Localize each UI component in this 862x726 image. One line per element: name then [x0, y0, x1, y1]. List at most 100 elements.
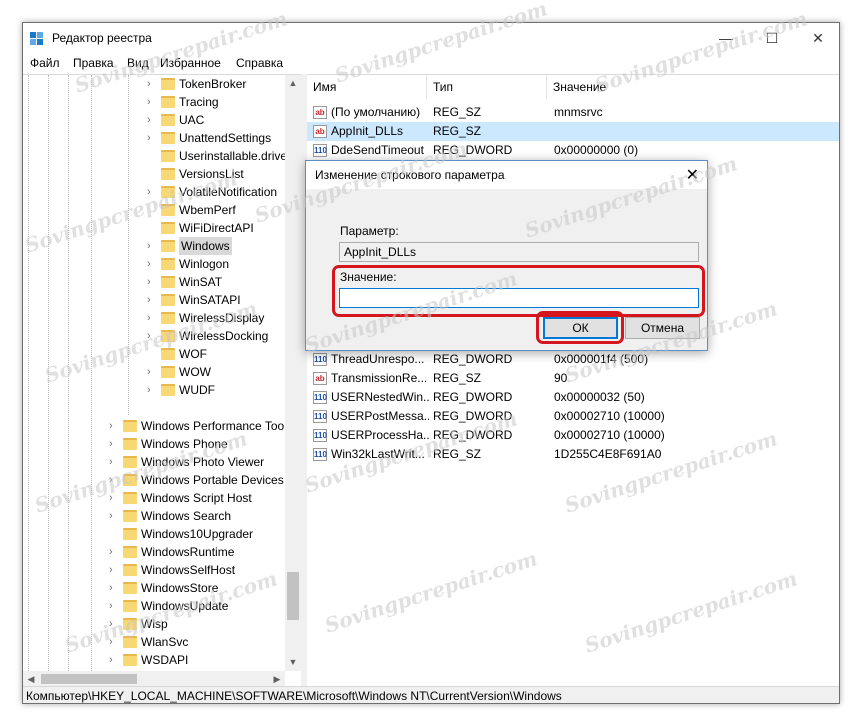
folder-icon: [123, 420, 137, 432]
value-row[interactable]: 110 ThreadUnrespo... REG_DWORD 0x000001f4 (…: [307, 350, 839, 369]
chevron-right-icon[interactable]: ›: [147, 237, 157, 255]
value-row[interactable]: ab TransmissionRe... REG_SZ 90: [307, 369, 839, 388]
folder-icon: [123, 618, 137, 630]
value-row[interactable]: ab AppInit_DLLs REG_SZ: [307, 122, 839, 141]
value-data: 90: [554, 371, 568, 385]
chevron-right-icon[interactable]: ›: [109, 543, 119, 561]
binary-value-icon: 110: [313, 448, 327, 461]
column-header-type[interactable]: Тип: [427, 75, 547, 99]
dialog-close-icon[interactable]: ✕: [686, 165, 699, 185]
chevron-right-icon[interactable]: ›: [109, 507, 119, 525]
value-data-input[interactable]: [339, 288, 699, 308]
value-row[interactable]: 110 Win32kLastWrit... REG_SZ 1D255C4E8F691A…: [307, 445, 839, 464]
tree-key-label: Windows Portable Devices: [141, 473, 284, 487]
menu-view[interactable]: Вид: [127, 56, 149, 70]
chevron-right-icon[interactable]: ›: [109, 561, 119, 579]
tree-key-label: WUDF: [179, 383, 215, 397]
chevron-right-icon[interactable]: ›: [147, 255, 157, 273]
tree-key-label: TokenBroker: [179, 77, 247, 91]
ok-button[interactable]: ОК: [543, 317, 618, 339]
folder-icon: [123, 510, 137, 522]
chevron-right-icon[interactable]: ›: [109, 471, 119, 489]
folder-icon: [161, 114, 175, 126]
menu-file[interactable]: Файл: [30, 56, 60, 70]
chevron-right-icon[interactable]: ›: [109, 417, 119, 435]
chevron-right-icon[interactable]: ›: [109, 453, 119, 471]
binary-value-icon: 110: [313, 144, 327, 157]
chevron-right-icon[interactable]: ›: [147, 309, 157, 327]
folder-icon: [161, 366, 175, 378]
value-row[interactable]: 110 USERNestedWin... REG_DWORD 0x00000032 (…: [307, 388, 839, 407]
tree-vertical-scrollbar[interactable]: ▲ ▼: [285, 75, 301, 671]
tree-guide-line: [48, 75, 49, 686]
chevron-right-icon[interactable]: ›: [147, 111, 157, 129]
chevron-right-icon[interactable]: ›: [109, 489, 119, 507]
close-button[interactable]: ✕: [795, 23, 839, 54]
chevron-right-icon[interactable]: ›: [147, 291, 157, 309]
menu-help[interactable]: Справка: [236, 56, 283, 70]
value-type: REG_DWORD: [433, 428, 513, 442]
chevron-right-icon[interactable]: ›: [147, 75, 157, 93]
chevron-right-icon[interactable]: ›: [109, 579, 119, 597]
minimize-button[interactable]: —: [703, 23, 749, 54]
folder-icon: [123, 474, 137, 486]
value-row[interactable]: 110 DdeSendTimeout REG_DWORD 0x00000000 (0): [307, 141, 839, 160]
chevron-right-icon[interactable]: ›: [109, 615, 119, 633]
chevron-right-icon[interactable]: ›: [109, 597, 119, 615]
status-bar-path: Компьютер\HKEY_LOCAL_MACHINE\SOFTWARE\Mi…: [23, 686, 839, 703]
tree-key-label: Windows Search: [141, 509, 232, 523]
chevron-right-icon[interactable]: ›: [147, 183, 157, 201]
menu-bar: Файл Правка Вид Избранное Справка: [23, 54, 839, 74]
value-type: REG_SZ: [433, 124, 482, 138]
chevron-right-icon[interactable]: ›: [147, 129, 157, 147]
value-name: DdeSendTimeout: [331, 143, 424, 157]
tree-key-label: WOF: [179, 347, 207, 361]
folder-icon: [123, 600, 137, 612]
value-data: 1D255C4E8F691A0: [554, 447, 662, 461]
scroll-right-arrow-icon[interactable]: ▶: [269, 671, 285, 686]
key-tree[interactable]: › TokenBroker › Tracing › UAC › UnattendSetting…: [23, 74, 301, 686]
scroll-thumb[interactable]: [41, 674, 137, 684]
value-type: REG_DWORD: [433, 409, 513, 423]
value-type: REG_DWORD: [433, 352, 513, 366]
tree-key-label: Tracing: [179, 95, 219, 109]
chevron-right-icon[interactable]: ›: [109, 633, 119, 651]
menu-edit[interactable]: Правка: [73, 56, 114, 70]
chevron-right-icon[interactable]: ›: [147, 363, 157, 381]
tree-key-label: Windows10Upgrader: [141, 527, 254, 541]
chevron-right-icon[interactable]: ›: [147, 327, 157, 345]
column-header-name[interactable]: Имя: [307, 75, 427, 99]
value-type: REG_SZ: [433, 447, 482, 461]
scroll-thumb[interactable]: [287, 572, 299, 620]
value-data: mnmsrvc: [554, 105, 603, 119]
value-data: 0x000001f4 (500): [554, 352, 649, 366]
folder-icon: [123, 492, 137, 504]
tree-key-label: Windows Photo Viewer: [141, 455, 265, 469]
maximize-button[interactable]: ☐: [749, 23, 795, 54]
scroll-up-arrow-icon[interactable]: ▲: [285, 75, 301, 92]
chevron-right-icon[interactable]: ›: [147, 93, 157, 111]
cancel-button[interactable]: Отмена: [625, 317, 700, 339]
tree-guide-line: [128, 75, 129, 415]
column-header-data[interactable]: Значение: [547, 75, 839, 99]
value-row[interactable]: 110 USERProcessHa... REG_DWORD 0x00002710 (…: [307, 426, 839, 445]
tree-key-label: VersionsList: [179, 167, 244, 181]
tree-key-label: Wisp: [141, 617, 168, 631]
chevron-right-icon[interactable]: ›: [147, 273, 157, 291]
scroll-down-arrow-icon[interactable]: ▼: [285, 654, 301, 671]
chevron-right-icon[interactable]: ›: [109, 435, 119, 453]
folder-icon: [161, 294, 175, 306]
value-row[interactable]: ab (По умолчанию) REG_SZ mnmsrvc: [307, 103, 839, 122]
chevron-right-icon[interactable]: ›: [147, 381, 157, 399]
value-name: (По умолчанию): [331, 105, 421, 119]
folder-icon: [161, 240, 175, 252]
value-data: 0x00000000 (0): [554, 143, 639, 157]
folder-icon: [161, 132, 175, 144]
tree-key-label: WinSATAPI: [179, 293, 241, 307]
tree-horizontal-scrollbar[interactable]: ◀ ▶: [23, 671, 285, 686]
folder-icon: [161, 78, 175, 90]
scroll-left-arrow-icon[interactable]: ◀: [23, 671, 39, 686]
value-row[interactable]: 110 USERPostMessa... REG_DWORD 0x00002710 (…: [307, 407, 839, 426]
chevron-right-icon[interactable]: ›: [109, 651, 119, 669]
menu-favorites[interactable]: Избранное: [160, 56, 221, 70]
